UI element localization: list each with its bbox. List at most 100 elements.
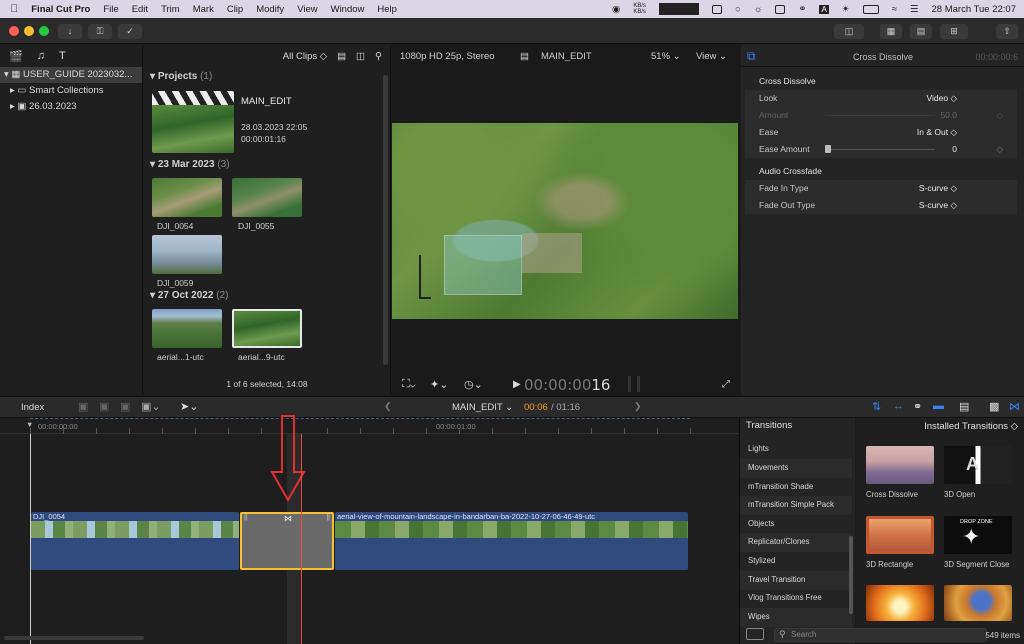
- group-header-projects[interactable]: ▾ Projects (1): [150, 71, 212, 82]
- fade-in-dropdown[interactable]: S-curve ◇: [919, 180, 957, 197]
- snapping-icon[interactable]: ▬: [933, 400, 944, 412]
- category-movements[interactable]: Movements: [740, 459, 852, 478]
- transition-thumb-cross-dissolve[interactable]: [866, 446, 934, 484]
- clip-thumbnail-aerial-1[interactable]: [152, 309, 222, 348]
- disclosure-right-icon[interactable]: ▸: [10, 85, 15, 96]
- layout-toggle-button[interactable]: ◫: [834, 24, 864, 39]
- audio-skimming-icon[interactable]: ↔: [893, 400, 904, 412]
- titles-generators-icon[interactable]: T: [59, 50, 66, 62]
- menu-modify[interactable]: Modify: [256, 4, 284, 15]
- play-button[interactable]: ▶: [513, 379, 521, 390]
- transition-thumb-3d-rectangle[interactable]: [866, 516, 934, 554]
- battery-icon[interactable]: [862, 4, 879, 14]
- disclosure-down-icon[interactable]: ▾: [4, 69, 9, 80]
- timeline-ruler[interactable]: ▼ 00:00:00:00 00:00:01:00: [0, 418, 738, 434]
- library-item-user-guide[interactable]: ▾ ▦ USER_GUIDE 2023032...: [0, 67, 142, 83]
- display-icon[interactable]: [775, 4, 786, 14]
- transition-thumb-balloon[interactable]: [944, 585, 1012, 621]
- category-stylized[interactable]: Stylized: [740, 552, 852, 571]
- keywords-button[interactable]: ⚿: [88, 24, 112, 39]
- import-button[interactable]: ↓: [58, 24, 82, 39]
- clip-thumbnail-dji-0059[interactable]: [152, 235, 222, 274]
- transition-cross-dissolve[interactable]: ⋈ || ||: [240, 512, 334, 570]
- ease-amount-slider[interactable]: [825, 149, 935, 150]
- creative-cloud-icon[interactable]: ◉: [612, 4, 620, 15]
- category-wipes[interactable]: Wipes: [740, 608, 852, 627]
- background-tasks-button[interactable]: ✓: [118, 24, 142, 39]
- playhead[interactable]: [301, 434, 302, 644]
- amount-value[interactable]: 50.0: [940, 107, 957, 124]
- apple-icon[interactable]: : [10, 3, 18, 15]
- timeline[interactable]: ▼ 00:00:00:00 00:00:01:00 DJI_0054 ⋈ || …: [0, 415, 738, 644]
- timeline-clip-dji-0054[interactable]: DJI_0054: [31, 512, 239, 570]
- effects-browser-icon[interactable]: ▩: [989, 400, 999, 413]
- history-back-icon[interactable]: ❮: [384, 401, 392, 412]
- category-mtransition-simple-pack[interactable]: mTransition Simple Pack: [740, 496, 852, 515]
- categories-scrollbar[interactable]: [849, 536, 853, 614]
- look-dropdown[interactable]: Video ◇: [927, 90, 958, 107]
- transition-edge-left[interactable]: ||: [244, 514, 248, 521]
- fade-out-dropdown[interactable]: S-curve ◇: [919, 197, 957, 214]
- zoom-dropdown[interactable]: 51% ⌄: [651, 51, 681, 62]
- search-field[interactable]: ⚲ Search: [774, 628, 987, 642]
- wifi-icon[interactable]: ≈: [892, 4, 897, 15]
- project-thumbnail[interactable]: [152, 91, 234, 153]
- category-lights[interactable]: Lights: [740, 440, 852, 459]
- speed-icon[interactable]: ◷⌄: [464, 378, 483, 391]
- menu-edit[interactable]: Edit: [132, 4, 148, 15]
- index-button[interactable]: Index: [21, 402, 44, 413]
- fullscreen-icon[interactable]: ⤢: [722, 379, 730, 390]
- menu-mark[interactable]: Mark: [193, 4, 214, 15]
- zoom-window-button[interactable]: [39, 26, 49, 36]
- category-replicator-clones[interactable]: Replicator/Clones: [740, 533, 852, 552]
- disclosure-down-icon[interactable]: ▾: [150, 159, 155, 170]
- control-center-icon[interactable]: ☰: [910, 4, 919, 15]
- menu-help[interactable]: Help: [377, 4, 397, 15]
- photos-audio-icon[interactable]: ♫: [37, 50, 45, 62]
- amount-keyframe-icon[interactable]: ◇: [996, 107, 1003, 124]
- browser-scrollbar[interactable]: [383, 75, 388, 365]
- library-item-event[interactable]: ▸ ▣ 26.03.2023: [0, 99, 142, 115]
- solo-icon[interactable]: ⚭: [913, 400, 922, 413]
- menu-window[interactable]: Window: [331, 4, 365, 15]
- clip-appearance-icon[interactable]: ▤: [959, 400, 969, 413]
- transform-tool-icon[interactable]: ⛶⌄: [402, 378, 416, 391]
- screen-icon[interactable]: [712, 4, 722, 14]
- append-clip-icon[interactable]: ▣: [120, 400, 130, 413]
- minimize-window-button[interactable]: [24, 26, 34, 36]
- clip-appearance-icon[interactable]: ▤: [337, 51, 346, 62]
- clip-thumbnail-dji-0055[interactable]: [232, 178, 302, 217]
- show-browser-button[interactable]: ▦: [880, 24, 902, 39]
- sidebar-toggle-icon[interactable]: [746, 628, 764, 640]
- transition-thumb-fire[interactable]: [866, 585, 934, 621]
- ease-amount-value[interactable]: 0: [952, 141, 957, 158]
- filmstrip-view-icon[interactable]: ◫: [356, 51, 365, 62]
- view-dropdown[interactable]: View ⌄: [696, 51, 727, 62]
- skimming-icon[interactable]: ⇅: [872, 400, 881, 413]
- bluetooth-icon[interactable]: ✴: [842, 4, 850, 15]
- select-tool-icon[interactable]: ➤⌄: [180, 400, 198, 413]
- group-header-oct-2022[interactable]: ▾ 27 Oct 2022 (2): [150, 290, 228, 301]
- menu-trim[interactable]: Trim: [161, 4, 180, 15]
- airdrop-icon[interactable]: ○: [735, 4, 741, 15]
- headphones-icon[interactable]: ⚭: [798, 4, 806, 15]
- category-travel-transition[interactable]: Travel Transition: [740, 571, 852, 590]
- overwrite-clip-icon[interactable]: ▣⌄: [141, 400, 161, 413]
- transition-edge-right[interactable]: ||: [326, 514, 330, 521]
- close-window-button[interactable]: [9, 26, 19, 36]
- history-forward-icon[interactable]: ❯: [634, 401, 642, 412]
- timeline-scrollbar[interactable]: [4, 636, 144, 640]
- transitions-browser-icon[interactable]: ⋈: [1009, 400, 1020, 413]
- show-timeline-button[interactable]: ▤: [910, 24, 932, 39]
- ease-dropdown[interactable]: In & Out ◇: [917, 124, 957, 141]
- transition-thumb-3d-segment-close[interactable]: DROP ZONE ✦: [944, 516, 1012, 554]
- timeline-clip-aerial-view[interactable]: aerial-view-of-mountain-landscape-in-ban…: [335, 512, 688, 570]
- ease-amount-slider-handle[interactable]: [825, 145, 831, 153]
- menu-view[interactable]: View: [297, 4, 317, 15]
- search-icon[interactable]: ⚲: [375, 51, 382, 62]
- clip-filter-dropdown[interactable]: All Clips ◇: [283, 51, 327, 62]
- show-inspector-button[interactable]: ⊞: [940, 24, 968, 39]
- enhance-icon[interactable]: ✦⌄: [430, 378, 448, 391]
- libraries-icon[interactable]: 🎬: [9, 50, 23, 63]
- connect-clip-icon[interactable]: ▣: [78, 400, 88, 413]
